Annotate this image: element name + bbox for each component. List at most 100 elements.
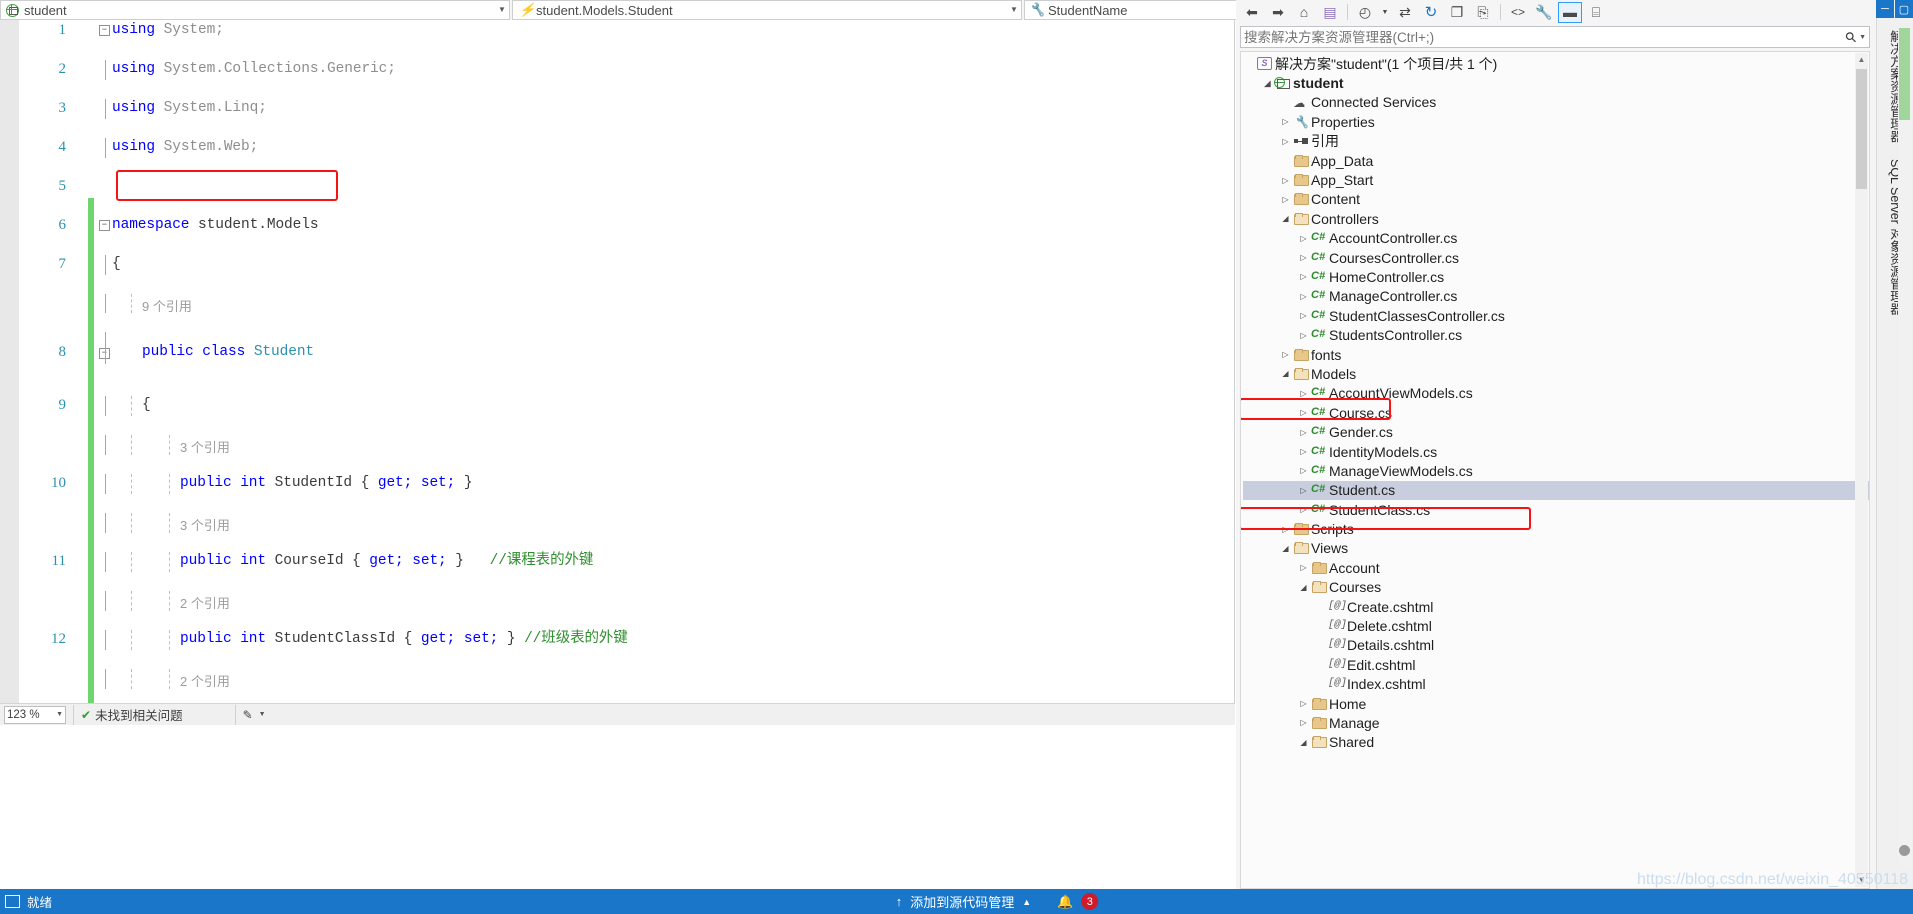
code-line[interactable]: 6 − namespace student.Models <box>0 216 1234 236</box>
collapsed-arrow-icon[interactable]: ▷ <box>1297 408 1310 417</box>
search-input[interactable] <box>1244 29 1846 45</box>
codelens-row[interactable]: 2 个引用 <box>0 591 1234 611</box>
collapsed-arrow-icon[interactable]: ▷ <box>1297 718 1310 727</box>
tree-item-student-cs[interactable]: ▷ C# Student.cs <box>1243 480 1869 500</box>
expanded-arrow-icon[interactable]: ◢ <box>1261 79 1274 88</box>
code-line[interactable]: 4 using System.Web; <box>0 138 1234 158</box>
codelens-reference-count[interactable]: 9 个引用 <box>142 296 192 315</box>
show-all-files-icon[interactable]: ⎘ <box>1471 2 1495 23</box>
tree-item-references[interactable]: ▷ 引用 <box>1243 132 1869 151</box>
panel-scrollbar-thumb[interactable] <box>1899 28 1910 120</box>
tree-item-views-shared[interactable]: ◢ Shared <box>1243 733 1869 752</box>
type-combo[interactable]: ⚡ student.Models.Student ▼ <box>512 0 1022 20</box>
chevron-down-icon[interactable]: ▼ <box>1379 2 1391 23</box>
tree-item-app-data[interactable]: App_Data <box>1243 151 1869 170</box>
collapsed-arrow-icon[interactable]: ▷ <box>1279 137 1292 146</box>
collapsed-arrow-icon[interactable]: ▷ <box>1297 466 1310 475</box>
minimize-button[interactable]: ─ <box>1876 0 1894 18</box>
collapsed-arrow-icon[interactable]: ▷ <box>1297 428 1310 437</box>
pen-icon[interactable]: ✎ <box>243 708 253 722</box>
tree-item-sclasses-ctrl[interactable]: ▷ C# StudentClassesController.cs <box>1243 306 1869 325</box>
collapsed-arrow-icon[interactable]: ▷ <box>1297 486 1310 495</box>
dock-icon[interactable]: ⌸ <box>1584 2 1608 23</box>
notification-icon[interactable]: 🔔 <box>1057 894 1073 910</box>
code-line[interactable]: 7 { <box>0 255 1234 275</box>
code-line[interactable]: 5 <box>0 177 1234 197</box>
codelens-reference-count[interactable]: 3 个引用 <box>180 437 230 456</box>
fold-toggle-icon[interactable]: − <box>99 25 110 36</box>
tree-item-course-cs[interactable]: ▷ C# Course.cs <box>1243 403 1869 422</box>
fold-toggle-icon[interactable]: − <box>99 220 110 231</box>
collapsed-arrow-icon[interactable]: ▷ <box>1297 505 1310 514</box>
code-line[interactable]: 12 public int StudentClassId { get; set;… <box>0 630 1234 650</box>
collapsed-arrow-icon[interactable]: ▷ <box>1279 525 1292 534</box>
collapsed-arrow-icon[interactable]: ▷ <box>1297 389 1310 398</box>
tree-item-scripts[interactable]: ▷ Scripts <box>1243 519 1869 538</box>
tree-item-fonts[interactable]: ▷ fonts <box>1243 345 1869 364</box>
tree-item-connected[interactable]: ☁ Connected Services <box>1243 93 1869 112</box>
collapsed-arrow-icon[interactable]: ▷ <box>1297 563 1310 572</box>
minimize-icon[interactable]: ▬ <box>1558 1 1582 23</box>
source-control-label[interactable]: 添加到源代码管理 <box>910 892 1014 911</box>
zoom-level-control[interactable]: 123 % ▼ <box>4 705 66 724</box>
notification-badge[interactable]: 3 <box>1081 893 1099 910</box>
tree-item-controllers[interactable]: ◢ Controllers <box>1243 209 1869 228</box>
expanded-arrow-icon[interactable]: ◢ <box>1297 738 1310 747</box>
chevron-down-icon[interactable]: ▼ <box>495 1 509 19</box>
collapsed-arrow-icon[interactable]: ▷ <box>1279 117 1292 126</box>
collapsed-arrow-icon[interactable]: ▷ <box>1297 699 1310 708</box>
tree-item-views[interactable]: ◢ Views <box>1243 539 1869 558</box>
collapsed-arrow-icon[interactable]: ▷ <box>1279 176 1292 185</box>
scroll-handle-icon[interactable] <box>1899 845 1910 856</box>
back-icon[interactable]: ⬅ <box>1240 2 1264 23</box>
maximize-button[interactable]: ▢ <box>1895 0 1913 18</box>
home-icon[interactable]: ⌂ <box>1292 2 1316 23</box>
code-editor[interactable]: 1 − using System; 2 using System.Collect… <box>0 20 1235 703</box>
code-line[interactable]: 1 − using System; <box>0 21 1234 41</box>
collapsed-arrow-icon[interactable]: ▷ <box>1297 292 1310 301</box>
tree-item-models[interactable]: ◢ Models <box>1243 364 1869 383</box>
properties-icon[interactable]: 🔧 <box>1532 2 1556 23</box>
tree-item-accountvm[interactable]: ▷ C# AccountViewModels.cs <box>1243 384 1869 403</box>
tree-item-manage-ctrl[interactable]: ▷ C# ManageController.cs <box>1243 287 1869 306</box>
tree-item-properties[interactable]: ▷ 🔧 Properties <box>1243 112 1869 131</box>
tree-item-managevm[interactable]: ▷ C# ManageViewModels.cs <box>1243 461 1869 480</box>
tree-item-gender-cs[interactable]: ▷ C# Gender.cs <box>1243 422 1869 441</box>
chevron-down-icon[interactable]: ▼ <box>1007 1 1021 19</box>
solution-window-icon[interactable]: ▤ <box>1318 2 1342 23</box>
search-box[interactable]: ⚲ ▼ <box>1240 26 1870 48</box>
collapsed-arrow-icon[interactable]: ▷ <box>1297 234 1310 243</box>
tree-item-delete-cshtml[interactable]: [@] Delete.cshtml <box>1243 616 1869 635</box>
code-area[interactable]: 1 − using System; 2 using System.Collect… <box>0 20 1234 703</box>
refresh-icon[interactable]: ↻ <box>1419 2 1443 23</box>
expanded-arrow-icon[interactable]: ◢ <box>1279 214 1292 223</box>
tree-item-project[interactable]: ◢ student <box>1243 73 1869 92</box>
tree-item-home-ctrl[interactable]: ▷ C# HomeController.cs <box>1243 267 1869 286</box>
tree-item-students-ctrl[interactable]: ▷ C# StudentsController.cs <box>1243 325 1869 344</box>
codelens-row[interactable]: 3 个引用 <box>0 435 1234 455</box>
code-line[interactable]: 3 using System.Linq; <box>0 99 1234 119</box>
collapsed-arrow-icon[interactable]: ▷ <box>1297 253 1310 262</box>
tree-item-index-cshtml[interactable]: [@] Index.cshtml <box>1243 675 1869 694</box>
tree-item-identity-cs[interactable]: ▷ C# IdentityModels.cs <box>1243 442 1869 461</box>
scroll-up-icon[interactable]: ▲ <box>1855 53 1868 67</box>
chevron-down-icon[interactable]: ▼ <box>259 711 266 718</box>
tree-item-create-cshtml[interactable]: [@] Create.cshtml <box>1243 597 1869 616</box>
code-line[interactable]: 2 using System.Collections.Generic; <box>0 60 1234 80</box>
tree-item-details-cshtml[interactable]: [@] Details.cshtml <box>1243 636 1869 655</box>
collapsed-arrow-icon[interactable]: ▷ <box>1279 350 1292 359</box>
collapsed-arrow-icon[interactable]: ▷ <box>1279 195 1292 204</box>
code-line[interactable]: 9 { <box>0 396 1234 416</box>
collapsed-arrow-icon[interactable]: ▷ <box>1297 331 1310 340</box>
expanded-arrow-icon[interactable]: ◢ <box>1279 369 1292 378</box>
tree-item-solution[interactable]: S 解决方案"student"(1 个项目/共 1 个) <box>1243 54 1869 73</box>
project-combo[interactable]: student ▼ <box>0 0 510 20</box>
tree-item-account-ctrl[interactable]: ▷ C# AccountController.cs <box>1243 229 1869 248</box>
tree-item-app-start[interactable]: ▷ App_Start <box>1243 170 1869 189</box>
code-line[interactable]: 10 public int StudentId { get; set; } <box>0 474 1234 494</box>
panel-scrollbar[interactable] <box>1898 26 1911 866</box>
tree-item-views-courses[interactable]: ◢ Courses <box>1243 578 1869 597</box>
expanded-arrow-icon[interactable]: ◢ <box>1297 583 1310 592</box>
tree-item-courses-ctrl[interactable]: ▷ C# CoursesController.cs <box>1243 248 1869 267</box>
tree-item-views-home[interactable]: ▷ Home <box>1243 694 1869 713</box>
